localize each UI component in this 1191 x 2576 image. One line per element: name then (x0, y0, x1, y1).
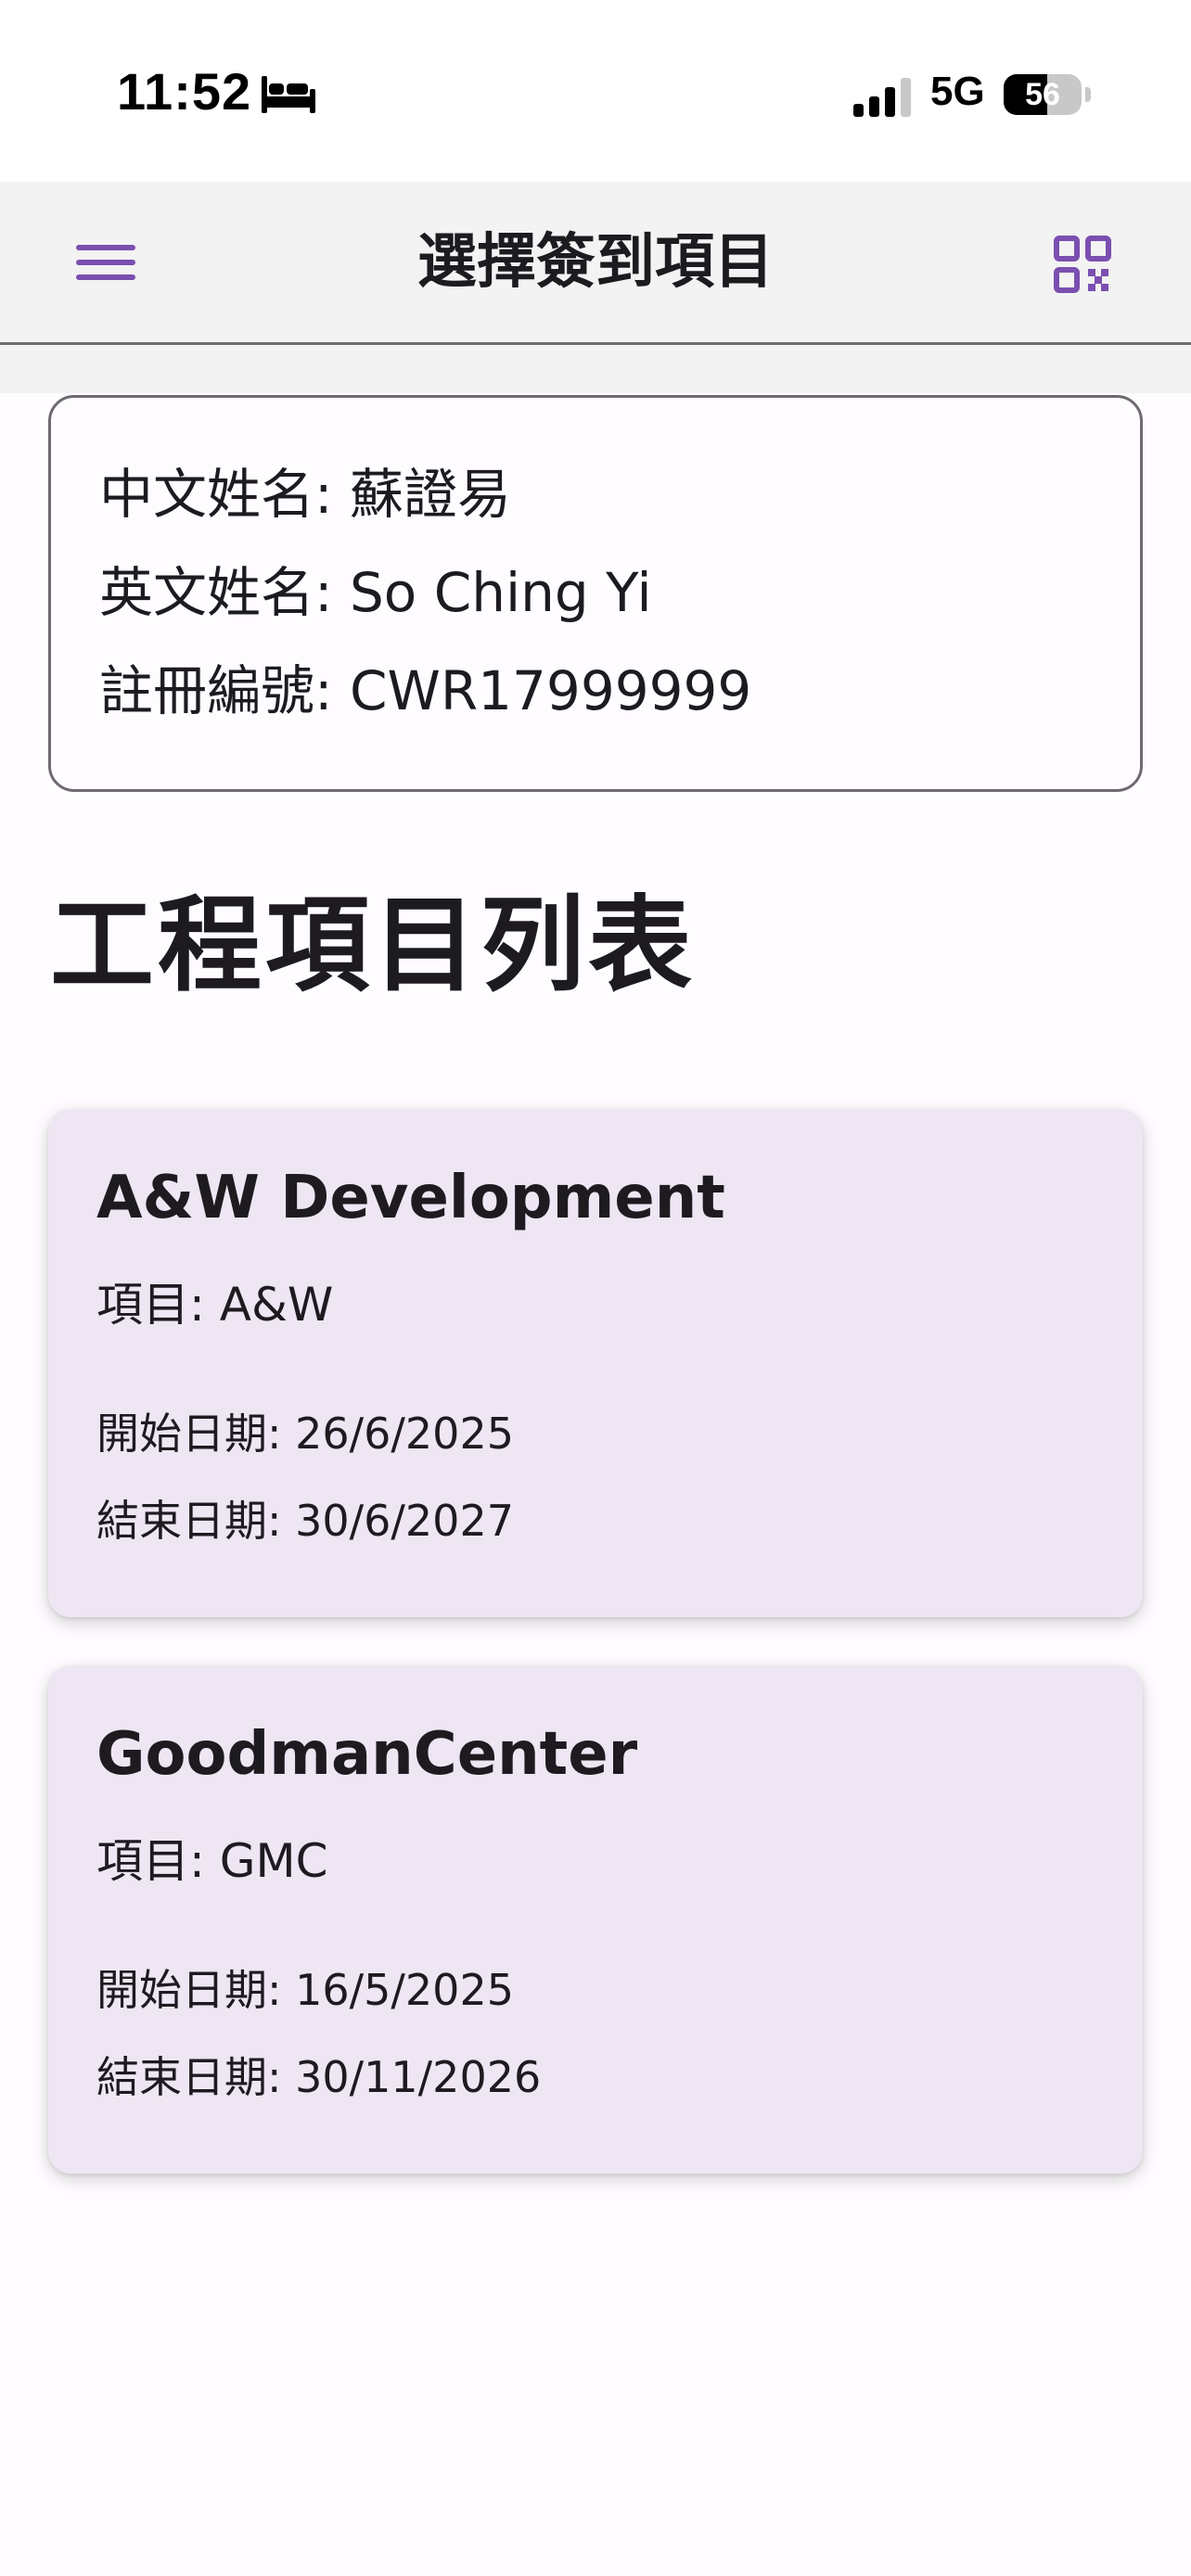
battery-percent: 56 (1025, 77, 1060, 112)
qr-scan-button[interactable] (1039, 224, 1128, 306)
page-title: 選擇簽到項目 (417, 228, 774, 297)
app-bar: 選擇簽到項目 (0, 182, 1191, 345)
project-name: A&W Development (96, 1164, 725, 1232)
battery-nub (1085, 87, 1091, 102)
project-end-date: 結束日期: 30/11/2026 (96, 2052, 542, 2102)
registration-number: 註冊編號: CWR17999999 (99, 659, 752, 722)
status-time: 11:52 (117, 62, 252, 121)
chinese-name: 中文姓名: 蘇證易 (99, 463, 511, 526)
network-type: 5G (930, 69, 985, 114)
worker-info-card: 中文姓名: 蘇證易 英文姓名: So Ching Yi 註冊編號: CWR179… (48, 395, 1143, 792)
app-bar-underlay (0, 345, 1191, 393)
status-bar: 11:52 5G 56 (0, 0, 1191, 182)
project-start-date: 開始日期: 26/6/2025 (96, 1409, 514, 1459)
cellular-signal-icon (853, 78, 913, 117)
project-name: GoodmanCenter (96, 1720, 638, 1789)
project-end-date: 結束日期: 30/6/2027 (96, 1496, 514, 1546)
project-card-gmc[interactable]: GoodmanCenter 項目: GMC 開始日期: 16/5/2025 結束… (48, 1665, 1143, 2174)
english-name: 英文姓名: So Ching Yi (99, 561, 652, 624)
qr-code-icon (1054, 236, 1111, 293)
section-title: 工程項目列表 (50, 886, 696, 1006)
project-card-aw[interactable]: A&W Development 項目: A&W 開始日期: 26/6/2025 … (48, 1109, 1143, 1617)
project-code: 項目: GMC (96, 1834, 328, 1888)
bed-icon (262, 76, 315, 113)
battery-indicator: 56 (1004, 74, 1082, 115)
project-start-date: 開始日期: 16/5/2025 (96, 1965, 514, 2015)
project-code: 項目: A&W (96, 1278, 334, 1332)
